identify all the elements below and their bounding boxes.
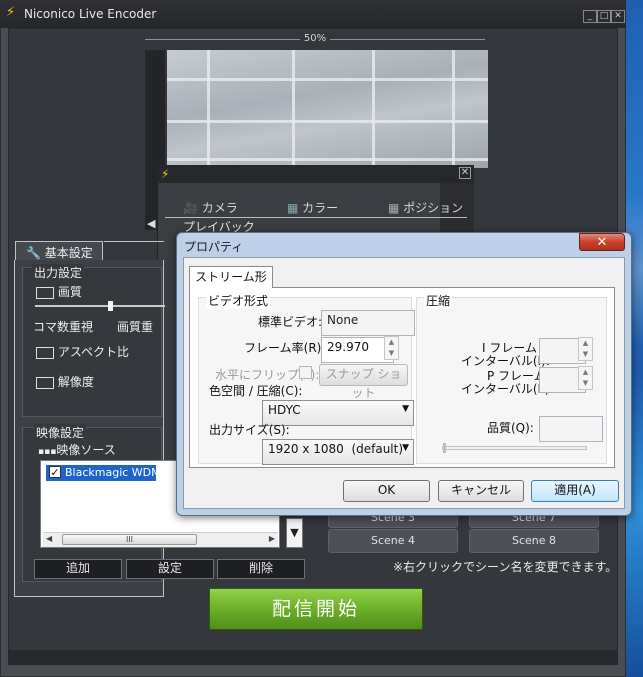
snapshot-button[interactable]: スナップ ショット (319, 364, 408, 400)
aspect-icon (36, 346, 54, 359)
scroll-left-icon[interactable]: ◀ (46, 534, 52, 543)
video-settings-heading: 映像設定 (34, 424, 87, 441)
speaker-icon[interactable]: ◀ (147, 217, 155, 230)
source-checkbox[interactable]: ✓ (49, 466, 61, 478)
properties-title: プロパティ (184, 240, 244, 254)
grid-icon: ▦ (388, 201, 400, 215)
encoder-title-bar[interactable]: ⚡ Niconico Live Encoder _ □ ✕ (0, 0, 626, 28)
chevron-down-icon: ▼ (402, 443, 409, 453)
output-size-select[interactable]: 1920 x 1080 (default) ▼ (262, 439, 414, 465)
delete-button[interactable]: 削除 (217, 559, 305, 579)
pframe-stepper[interactable]: ▲ ▼ (578, 366, 593, 390)
add-button[interactable]: 追加 (34, 559, 122, 579)
scrollbar-thumb[interactable]: III (62, 534, 197, 545)
grid-line (167, 158, 488, 161)
video-preview[interactable] (167, 50, 488, 168)
quality-q-label: 品質(Q): (487, 421, 534, 435)
status-strip (8, 650, 618, 664)
video-format-heading: ビデオ形式 (206, 292, 271, 309)
wrench-icon: 🔧 (26, 246, 41, 260)
standard-video-label: 標準ビデオ: (258, 315, 323, 329)
colorspace-value: HDYC (268, 403, 301, 417)
tab-secondary[interactable] (104, 241, 164, 260)
scroll-right-icon[interactable]: ▶ (269, 534, 275, 543)
apply-button[interactable]: 適用(A) (531, 480, 619, 502)
maximize-button[interactable]: □ (597, 10, 611, 23)
tab-basic-settings[interactable]: 🔧 基本設定 (15, 241, 103, 260)
scene-button-4[interactable]: Scene 4 (328, 529, 458, 553)
lightning-icon: ⚡ (161, 167, 170, 181)
camera-icon: 🎥 (183, 201, 198, 215)
grid-line (207, 50, 210, 168)
frame-rate-stepper[interactable]: ▲ ▼ (384, 336, 399, 360)
output-size-label: 出力サイズ(S): (209, 423, 290, 437)
video-source-label: 映像ソース (56, 443, 116, 457)
tab-camera-label: カメラ (201, 201, 238, 215)
grid-line (292, 50, 295, 168)
tab-basic-settings-label: 基本設定 (44, 246, 93, 260)
compression-quality-slider[interactable] (442, 446, 587, 450)
compression-quality-thumb[interactable] (443, 443, 446, 453)
compression-heading: 圧縮 (424, 292, 453, 309)
resolution-label: 解像度 (57, 375, 94, 389)
camera-close-button[interactable]: ✕ (459, 167, 471, 179)
tab-position[interactable]: ▦ ポジション (388, 199, 463, 217)
aspect-label: アスペクト比 (57, 345, 129, 359)
resolution-icon (36, 376, 54, 389)
chevron-down-icon: ▼ (402, 404, 409, 414)
quality-icon (36, 286, 54, 299)
quality-priority-label: 画質重 (117, 320, 154, 334)
source-item-label: Blackmagic WDM Ca (65, 466, 179, 479)
settings-button[interactable]: 設定 (126, 559, 214, 579)
camera-window-title-bar[interactable]: ⚡ (157, 165, 474, 183)
output-size-value: 1920 x 1080 (default) (268, 442, 404, 456)
quality-slider-thumb[interactable] (108, 301, 113, 311)
grid-line (452, 50, 455, 168)
standard-video-field: None (321, 310, 415, 336)
output-settings-heading: 出力設定 (32, 264, 85, 281)
film-icon: ▪▪▪ (38, 447, 57, 457)
minimize-button[interactable]: _ (583, 10, 597, 23)
grid-line (372, 50, 375, 168)
ok-button[interactable]: OK (343, 480, 430, 502)
iframe-stepper[interactable]: ▲ ▼ (578, 337, 593, 361)
list-item[interactable]: Blackmagic WDM Ca (46, 465, 179, 481)
app-title: Niconico Live Encoder (24, 7, 157, 21)
flip-checkbox[interactable] (299, 366, 312, 379)
colorspace-label: 色空間 / 圧縮(C): (209, 384, 303, 398)
grid-line (167, 120, 488, 123)
tab-camera[interactable]: 🎥 カメラ (183, 199, 238, 217)
tab-stream-format[interactable]: ストリーム形式 (189, 266, 273, 305)
properties-close-button[interactable]: ✕ (579, 233, 625, 251)
aspect-row[interactable]: アスペクト比 (36, 343, 129, 360)
frame-priority-label: コマ数重視 (33, 320, 94, 334)
cancel-button[interactable]: キャンセル (438, 480, 524, 502)
start-broadcast-button[interactable]: 配信開始 (209, 588, 423, 630)
grid-icon: ▦ (287, 201, 299, 215)
quality-slider-track[interactable] (35, 305, 165, 307)
grid-line (167, 78, 488, 81)
quality-label: 画質 (57, 285, 82, 299)
frame-rate-label: フレーム率(R): (244, 341, 326, 355)
lightning-icon: ⚡ (6, 5, 16, 20)
move-down-button[interactable]: ▼ (286, 518, 303, 548)
resolution-row[interactable]: 解像度 (36, 373, 94, 390)
quality-q-input[interactable] (539, 416, 603, 442)
scene-button-8[interactable]: Scene 8 (469, 529, 599, 553)
tab-position-label: ポジション (403, 201, 464, 215)
tab-color[interactable]: ▦ カラー (287, 199, 338, 217)
close-button[interactable]: ✕ (611, 10, 625, 23)
tab-color-label: カラー (302, 201, 339, 215)
video-source-row: ▪▪▪映像ソース (38, 441, 116, 458)
zoom-level: 50% (300, 33, 330, 45)
scene-rename-hint: ※右クリックでシーン名を変更できます。 (393, 560, 618, 574)
quality-row: 画質 (36, 283, 82, 300)
